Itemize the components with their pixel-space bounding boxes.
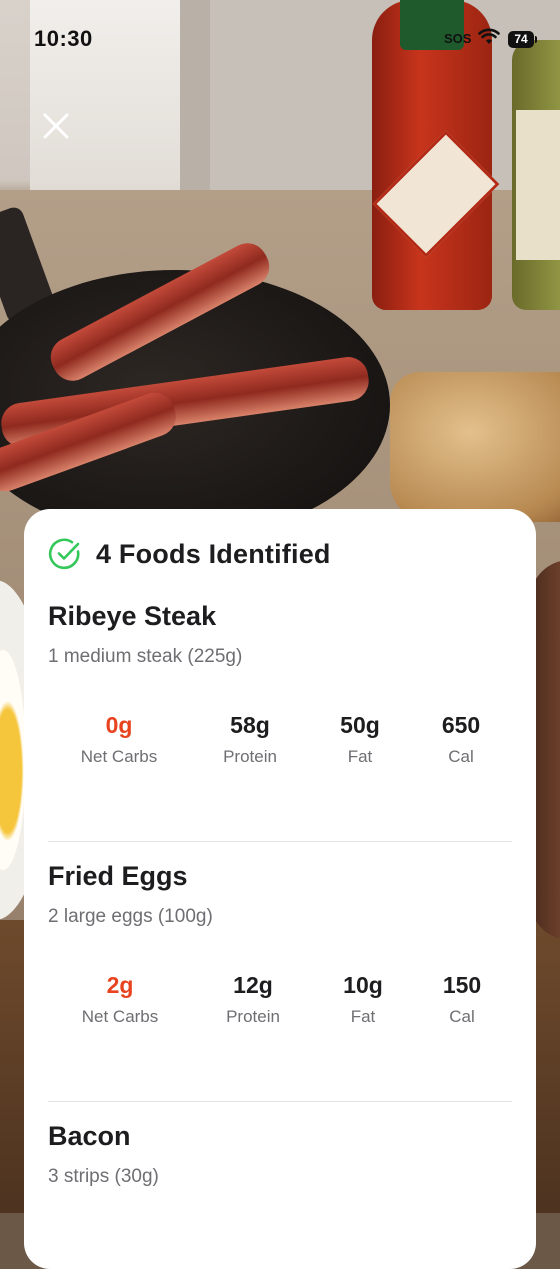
food-portion: 3 strips (30g) — [48, 1166, 159, 1187]
macro-label: Cal — [449, 1007, 475, 1026]
food-name: Ribeye Steak — [48, 601, 217, 631]
battery-icon: 74 — [508, 31, 534, 48]
close-button[interactable] — [36, 106, 76, 146]
results-card: 4 Foods Identified Ribeye Steak 1 medium… — [24, 509, 536, 1269]
food-name: Bacon — [48, 1121, 131, 1151]
battery-tip — [535, 36, 537, 43]
close-icon — [43, 113, 69, 139]
macro-value: 150 — [442, 972, 482, 998]
macros-row: 2g Net Carbs 12g Protein 10g Fat 150 Cal — [48, 972, 512, 1032]
card-title: 4 Foods Identified — [96, 538, 331, 569]
sauce-bottle-label — [516, 110, 560, 260]
food-item-fried-eggs[interactable]: Fried Eggs 2 large eggs (100g) 2g Net Ca… — [48, 861, 512, 1032]
food-item-ribeye[interactable]: Ribeye Steak 1 medium steak (225g) 0g Ne… — [48, 601, 512, 772]
divider — [48, 1101, 512, 1102]
macro-value: 0g — [105, 712, 133, 738]
macros-row: 0g Net Carbs 58g Protein 50g Fat 650 Cal — [48, 712, 512, 772]
food-item-bacon[interactable]: Bacon 3 strips (30g) — [48, 1121, 512, 1188]
macro-calories: 650 Cal — [401, 712, 521, 767]
macro-label: Protein — [226, 1007, 280, 1026]
macro-protein: 12g Protein — [193, 972, 313, 1027]
toast — [390, 372, 560, 522]
macro-label: Net Carbs — [81, 1007, 159, 1026]
macro-protein: 58g Protein — [190, 712, 310, 767]
status-time: 10:30 — [34, 26, 93, 51]
macro-value: 2g — [106, 972, 134, 998]
macro-value: 650 — [441, 712, 481, 738]
check-circle-icon — [48, 538, 80, 570]
food-portion: 1 medium steak (225g) — [48, 646, 243, 667]
macro-calories: 150 Cal — [402, 972, 522, 1027]
sos-indicator: SOS — [444, 31, 472, 46]
divider — [48, 841, 512, 842]
status-bar: 10:30 SOS 74 — [0, 0, 560, 80]
macro-value: 58g — [230, 712, 270, 738]
battery-level: 74 — [514, 32, 528, 46]
macro-net-carbs: 0g Net Carbs — [59, 712, 179, 767]
card-header: 4 Foods Identified — [48, 537, 331, 571]
food-name: Fried Eggs — [48, 861, 188, 891]
food-portion: 2 large eggs (100g) — [48, 906, 213, 927]
macro-label: Protein — [223, 747, 277, 766]
macro-label: Net Carbs — [80, 747, 158, 766]
macro-net-carbs: 2g Net Carbs — [60, 972, 180, 1027]
macro-value: 12g — [233, 972, 273, 998]
wifi-icon — [478, 28, 500, 44]
macro-label: Cal — [448, 747, 474, 766]
